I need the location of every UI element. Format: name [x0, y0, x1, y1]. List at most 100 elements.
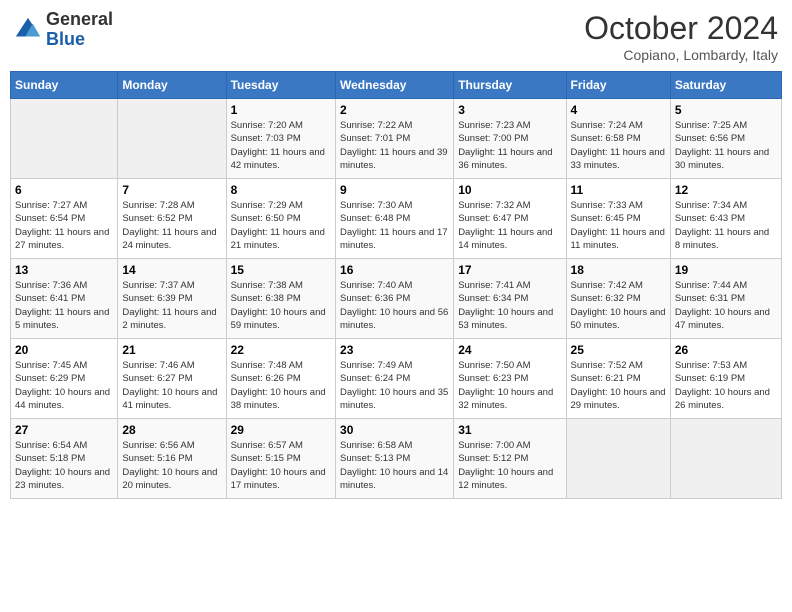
day-number: 20 [15, 343, 113, 357]
location-subtitle: Copiano, Lombardy, Italy [584, 47, 778, 63]
calendar-cell: 30 Sunrise: 6:58 AMSunset: 5:13 PMDayligh… [336, 419, 454, 499]
day-number: 18 [571, 263, 666, 277]
day-number: 22 [231, 343, 331, 357]
day-number: 12 [675, 183, 777, 197]
day-number: 31 [458, 423, 561, 437]
calendar-cell: 10 Sunrise: 7:32 AMSunset: 6:47 PMDayligh… [454, 179, 566, 259]
calendar-table: SundayMondayTuesdayWednesdayThursdayFrid… [10, 71, 782, 499]
calendar-cell: 2Sunrise: 7:22 AMSunset: 7:01 PMDaylight… [336, 99, 454, 179]
calendar-cell: 23 Sunrise: 7:49 AMSunset: 6:24 PMDayligh… [336, 339, 454, 419]
calendar-cell [670, 419, 781, 499]
calendar-cell: 14Sunrise: 7:37 AMSunset: 6:39 PMDayligh… [118, 259, 226, 339]
day-info: Sunrise: 7:49 AMSunset: 6:24 PMDaylight:… [340, 359, 449, 412]
day-number: 21 [122, 343, 221, 357]
calendar-week-row: 1 Sunrise: 7:20 AMSunset: 7:03 PMDaylight… [11, 99, 782, 179]
calendar-cell: 29 Sunrise: 6:57 AMSunset: 5:15 PMDayligh… [226, 419, 335, 499]
day-info: Sunrise: 7:24 AMSunset: 6:58 PMDaylight:… [571, 119, 666, 172]
day-info: Sunrise: 7:30 AMSunset: 6:48 PMDaylight:… [340, 199, 449, 252]
day-info: Sunrise: 7:23 AMSunset: 7:00 PMDaylight:… [458, 119, 561, 172]
day-info: Sunrise: 7:28 AMSunset: 6:52 PMDaylight:… [122, 199, 221, 252]
calendar-week-row: 20 Sunrise: 7:45 AMSunset: 6:29 PMDayligh… [11, 339, 782, 419]
day-info: Sunrise: 7:22 AMSunset: 7:01 PMDaylight:… [340, 119, 449, 172]
day-info: Sunrise: 6:58 AMSunset: 5:13 PMDaylight:… [340, 439, 449, 492]
calendar-cell: 19 Sunrise: 7:44 AMSunset: 6:31 PMDayligh… [670, 259, 781, 339]
weekday-header: Monday [118, 72, 226, 99]
day-number: 11 [571, 183, 666, 197]
logo-blue-text: Blue [46, 29, 85, 49]
day-number: 29 [231, 423, 331, 437]
calendar-cell: 12 Sunrise: 7:34 AMSunset: 6:43 PMDayligh… [670, 179, 781, 259]
calendar-week-row: 6 Sunrise: 7:27 AMSunset: 6:54 PMDaylight… [11, 179, 782, 259]
page-header: General Blue October 2024 Copiano, Lomba… [10, 10, 782, 63]
day-info: Sunrise: 7:44 AMSunset: 6:31 PMDaylight:… [675, 279, 777, 332]
calendar-cell: 11 Sunrise: 7:33 AMSunset: 6:45 PMDayligh… [566, 179, 670, 259]
day-number: 14 [122, 263, 221, 277]
day-number: 5 [675, 103, 777, 117]
logo-icon [14, 16, 42, 44]
calendar-cell: 16 Sunrise: 7:40 AMSunset: 6:36 PMDayligh… [336, 259, 454, 339]
calendar-cell: 6 Sunrise: 7:27 AMSunset: 6:54 PMDaylight… [11, 179, 118, 259]
day-info: Sunrise: 7:27 AMSunset: 6:54 PMDaylight:… [15, 199, 113, 252]
day-info: Sunrise: 6:57 AMSunset: 5:15 PMDaylight:… [231, 439, 331, 492]
day-info: Sunrise: 7:40 AMSunset: 6:36 PMDaylight:… [340, 279, 449, 332]
calendar-cell: 25Sunrise: 7:52 AMSunset: 6:21 PMDayligh… [566, 339, 670, 419]
day-number: 28 [122, 423, 221, 437]
calendar-cell: 17 Sunrise: 7:41 AMSunset: 6:34 PMDayligh… [454, 259, 566, 339]
calendar-cell: 15Sunrise: 7:38 AMSunset: 6:38 PMDayligh… [226, 259, 335, 339]
calendar-cell: 13Sunrise: 7:36 AMSunset: 6:41 PMDayligh… [11, 259, 118, 339]
day-number: 16 [340, 263, 449, 277]
day-info: Sunrise: 7:53 AMSunset: 6:19 PMDaylight:… [675, 359, 777, 412]
day-number: 1 [231, 103, 331, 117]
day-info: Sunrise: 7:25 AMSunset: 6:56 PMDaylight:… [675, 119, 777, 172]
day-number: 3 [458, 103, 561, 117]
calendar-cell: 5 Sunrise: 7:25 AMSunset: 6:56 PMDaylight… [670, 99, 781, 179]
calendar-cell: 18 Sunrise: 7:42 AMSunset: 6:32 PMDayligh… [566, 259, 670, 339]
day-info: Sunrise: 7:34 AMSunset: 6:43 PMDaylight:… [675, 199, 777, 252]
day-number: 17 [458, 263, 561, 277]
calendar-cell: 21 Sunrise: 7:46 AMSunset: 6:27 PMDayligh… [118, 339, 226, 419]
day-number: 27 [15, 423, 113, 437]
calendar-cell: 28Sunrise: 6:56 AMSunset: 5:16 PMDayligh… [118, 419, 226, 499]
calendar-cell: 20 Sunrise: 7:45 AMSunset: 6:29 PMDayligh… [11, 339, 118, 419]
day-info: Sunrise: 7:32 AMSunset: 6:47 PMDaylight:… [458, 199, 561, 252]
day-info: Sunrise: 7:36 AMSunset: 6:41 PMDaylight:… [15, 279, 113, 332]
day-info: Sunrise: 7:45 AMSunset: 6:29 PMDaylight:… [15, 359, 113, 412]
day-info: Sunrise: 7:42 AMSunset: 6:32 PMDaylight:… [571, 279, 666, 332]
calendar-week-row: 27Sunrise: 6:54 AMSunset: 5:18 PMDayligh… [11, 419, 782, 499]
calendar-cell: 31 Sunrise: 7:00 AMSunset: 5:12 PMDayligh… [454, 419, 566, 499]
day-number: 10 [458, 183, 561, 197]
day-info: Sunrise: 7:41 AMSunset: 6:34 PMDaylight:… [458, 279, 561, 332]
weekday-header: Tuesday [226, 72, 335, 99]
day-number: 19 [675, 263, 777, 277]
day-number: 24 [458, 343, 561, 357]
day-info: Sunrise: 7:00 AMSunset: 5:12 PMDaylight:… [458, 439, 561, 492]
day-number: 23 [340, 343, 449, 357]
weekday-header: Friday [566, 72, 670, 99]
weekday-header: Wednesday [336, 72, 454, 99]
calendar-cell: 4 Sunrise: 7:24 AMSunset: 6:58 PMDaylight… [566, 99, 670, 179]
calendar-cell: 27Sunrise: 6:54 AMSunset: 5:18 PMDayligh… [11, 419, 118, 499]
day-number: 4 [571, 103, 666, 117]
weekday-header: Sunday [11, 72, 118, 99]
weekday-header: Saturday [670, 72, 781, 99]
logo-general-text: General [46, 9, 113, 29]
calendar-cell: 22 Sunrise: 7:48 AMSunset: 6:26 PMDayligh… [226, 339, 335, 419]
weekday-header-row: SundayMondayTuesdayWednesdayThursdayFrid… [11, 72, 782, 99]
calendar-cell: 9Sunrise: 7:30 AMSunset: 6:48 PMDaylight… [336, 179, 454, 259]
day-info: Sunrise: 7:29 AMSunset: 6:50 PMDaylight:… [231, 199, 331, 252]
month-title: October 2024 [584, 10, 778, 47]
day-number: 6 [15, 183, 113, 197]
calendar-cell: 24Sunrise: 7:50 AMSunset: 6:23 PMDayligh… [454, 339, 566, 419]
title-block: October 2024 Copiano, Lombardy, Italy [584, 10, 778, 63]
calendar-cell: 26Sunrise: 7:53 AMSunset: 6:19 PMDayligh… [670, 339, 781, 419]
calendar-week-row: 13Sunrise: 7:36 AMSunset: 6:41 PMDayligh… [11, 259, 782, 339]
logo: General Blue [14, 10, 113, 50]
calendar-cell: 7Sunrise: 7:28 AMSunset: 6:52 PMDaylight… [118, 179, 226, 259]
day-number: 30 [340, 423, 449, 437]
day-info: Sunrise: 7:48 AMSunset: 6:26 PMDaylight:… [231, 359, 331, 412]
day-info: Sunrise: 7:20 AMSunset: 7:03 PMDaylight:… [231, 119, 331, 172]
day-number: 25 [571, 343, 666, 357]
day-info: Sunrise: 7:38 AMSunset: 6:38 PMDaylight:… [231, 279, 331, 332]
day-info: Sunrise: 7:33 AMSunset: 6:45 PMDaylight:… [571, 199, 666, 252]
day-info: Sunrise: 7:46 AMSunset: 6:27 PMDaylight:… [122, 359, 221, 412]
